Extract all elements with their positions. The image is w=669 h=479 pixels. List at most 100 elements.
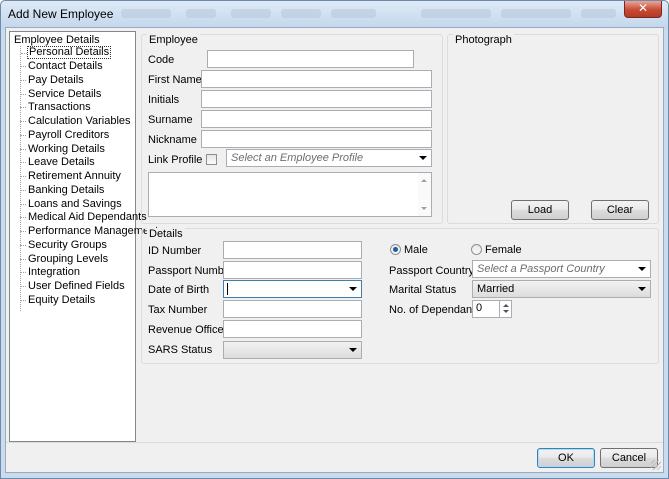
passport-country-placeholder: Select a Passport Country [477, 263, 605, 275]
tree-item-medical-aid-dependants[interactable]: Medical Aid Dependants [20, 211, 148, 224]
details-group: Details ID Number Passport Number Date o… [141, 228, 659, 364]
tree-item-label: Retirement Annuity [28, 170, 121, 182]
tree-item-payroll-creditors[interactable]: Payroll Creditors [20, 129, 110, 142]
nickname-input[interactable] [201, 130, 432, 148]
employee-group-title: Employee [147, 34, 200, 47]
passport-number-label: Passport Number [148, 265, 234, 277]
tax-number-label: Tax Number [148, 304, 208, 316]
dependants-value: 0 [476, 302, 483, 314]
sars-status-select[interactable] [223, 341, 362, 359]
revenue-office-label: Revenue Office [148, 324, 224, 336]
close-icon: ✕ [637, 1, 649, 15]
first-names-input[interactable] [201, 70, 432, 88]
navigation-tree: Employee Details Personal Details Contac… [9, 31, 158, 442]
photograph-group: Photograph Load Clear [447, 34, 659, 224]
tree-item-transactions[interactable]: Transactions [20, 101, 92, 114]
id-number-input[interactable] [223, 241, 362, 259]
employee-profile-select[interactable]: Select an Employee Profile [226, 149, 432, 167]
ok-button[interactable]: OK [537, 448, 595, 468]
tree-item-label: Working Details [28, 143, 105, 155]
chevron-down-icon [638, 287, 646, 291]
tree-item-calculation-variables[interactable]: Calculation Variables [20, 115, 132, 128]
link-profile-checkbox[interactable] [206, 154, 217, 165]
scroll-up-icon [421, 179, 427, 182]
tree-item-pay-details[interactable]: Pay Details [20, 74, 85, 87]
id-number-label: ID Number [148, 245, 202, 257]
passport-number-input[interactable] [223, 261, 362, 279]
tree-item-banking-details[interactable]: Banking Details [20, 184, 105, 197]
sars-status-label: SARS Status [148, 344, 213, 356]
tree-item-label: Grouping Levels [28, 253, 109, 265]
tree-item-loans-and-savings[interactable]: Loans and Savings [20, 198, 123, 211]
arrow-down-icon [503, 310, 509, 313]
date-of-birth-picker[interactable] [223, 280, 362, 298]
surname-label: Surname [148, 114, 193, 126]
tree-item-service-details[interactable]: Service Details [20, 88, 102, 101]
tree-item-grouping-levels[interactable]: Grouping Levels [20, 253, 109, 266]
tree-item-label: Payroll Creditors [28, 129, 110, 141]
tree-item-label: Calculation Variables [28, 115, 131, 127]
tree-item-label: User Defined Fields [28, 280, 125, 292]
female-label: Female [485, 244, 522, 256]
dialog-client-area: Employee Details Personal Details Contac… [5, 27, 664, 473]
date-of-birth-label: Date of Birth [148, 284, 210, 296]
marital-status-value: Married [477, 283, 515, 295]
tax-number-input[interactable] [223, 300, 362, 318]
tree-item-label: Contact Details [28, 60, 103, 72]
employee-group: Employee Code First Names Initials Surna… [141, 34, 443, 224]
employee-profile-placeholder: Select an Employee Profile [231, 152, 364, 164]
first-names-label: First Names [148, 74, 208, 86]
tree-item-label: Loans and Savings [28, 198, 122, 210]
tree-root-employee-details[interactable]: Employee Details [12, 33, 102, 47]
profile-memo[interactable] [148, 172, 432, 217]
tree-item-label: Security Groups [28, 239, 107, 251]
tree-item-label: Integration [28, 266, 80, 278]
female-radio[interactable] [471, 244, 482, 255]
dependants-label: No. of Dependants [389, 304, 481, 316]
tree-item-leave-details[interactable]: Leave Details [20, 156, 96, 169]
tree-item-label: Service Details [28, 88, 102, 100]
details-group-title: Details [147, 228, 185, 241]
tree-item-user-defined-fields[interactable]: User Defined Fields [20, 280, 126, 293]
memo-scrollbar[interactable] [418, 173, 431, 216]
cancel-button[interactable]: Cancel [600, 448, 658, 468]
revenue-office-input[interactable] [223, 320, 362, 338]
link-profile-label: Link Profile [148, 154, 203, 166]
clear-photo-button[interactable]: Clear [591, 200, 649, 220]
tree-item-label: Pay Details [28, 74, 84, 86]
dependants-stepper[interactable]: 0 [472, 300, 512, 318]
initials-input[interactable] [201, 90, 432, 108]
passport-country-select[interactable]: Select a Passport Country [472, 260, 651, 278]
marital-status-select[interactable]: Married [472, 280, 651, 298]
tree-item-label: Equity Details [28, 294, 96, 306]
photograph-group-title: Photograph [453, 34, 514, 47]
chevron-down-icon [419, 156, 427, 160]
window-title: Add New Employee [8, 7, 114, 21]
tree-item-personal-details[interactable]: Personal Details [21, 46, 112, 59]
tree-item-label: Personal Details [29, 46, 110, 58]
tree-item-integration[interactable]: Integration [20, 266, 81, 279]
scroll-down-icon [421, 207, 427, 210]
load-photo-button[interactable]: Load [511, 200, 569, 220]
surname-input[interactable] [201, 110, 432, 128]
tree-item-security-groups[interactable]: Security Groups [20, 239, 108, 252]
code-input[interactable] [207, 50, 414, 68]
code-label: Code [148, 54, 175, 66]
tree-item-equity-details[interactable]: Equity Details [20, 294, 96, 307]
male-radio[interactable] [390, 244, 401, 255]
initials-label: Initials [148, 94, 180, 106]
dependants-spin-buttons[interactable] [499, 301, 511, 317]
passport-country-label: Passport Country [389, 265, 474, 277]
tree-item-label: Transactions [28, 101, 91, 113]
tree-item-contact-details[interactable]: Contact Details [20, 60, 104, 73]
main-panel: Employee Code First Names Initials Surna… [136, 31, 661, 442]
resize-grip[interactable] [651, 460, 661, 470]
arrow-up-icon [503, 304, 509, 307]
tree-item-label: Leave Details [28, 156, 95, 168]
dialog-window: Add New Employee ✕ Employee Details Pers… [0, 0, 669, 479]
male-label: Male [404, 244, 428, 256]
tree-item-working-details[interactable]: Working Details [20, 143, 106, 156]
tree-item-retirement-annuity[interactable]: Retirement Annuity [20, 170, 122, 183]
close-button[interactable]: ✕ [624, 1, 662, 18]
nickname-label: Nickname [148, 134, 197, 146]
